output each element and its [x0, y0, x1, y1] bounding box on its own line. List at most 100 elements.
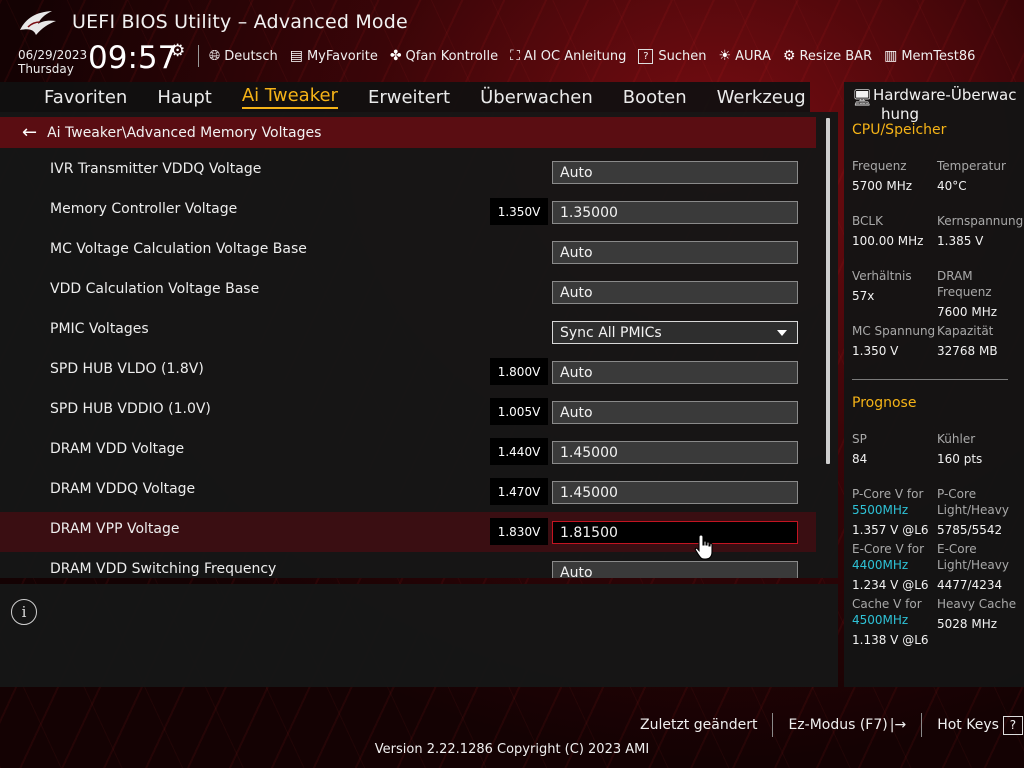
language-button[interactable]: 🌐︎ Deutsch: [209, 48, 278, 64]
pmic-voltages-dropdown[interactable]: Sync All PMICs: [552, 321, 798, 344]
setting-value-field[interactable]: Auto: [552, 241, 798, 264]
voltage-reading: 1.350V: [490, 198, 548, 225]
cpu-ratio: Verhältnis 57x: [852, 269, 912, 303]
hw-title-line1: Hardware-Überwac: [873, 86, 1017, 104]
date-display: 06/29/2023 Thursday: [18, 48, 87, 76]
voltage-reading: 1.830V: [490, 518, 548, 545]
setting-label: SPD HUB VLDO (1.8V): [50, 361, 204, 377]
setting-label: PMIC Voltages: [50, 321, 149, 337]
section-divider: [852, 379, 1008, 380]
setting-value-field[interactable]: Auto: [552, 161, 798, 184]
bclk: BCLK 100.00 MHz: [852, 214, 924, 248]
setting-row[interactable]: IVR Transmitter VDDQ Voltage Auto: [0, 152, 816, 192]
ai-chip-icon: ⛶: [510, 48, 520, 64]
silicon-prediction: SP 84: [852, 432, 868, 466]
footer-divider: [921, 713, 923, 737]
setting-row[interactable]: VDD Calculation Voltage Base Auto: [0, 272, 816, 312]
myfavorite-button[interactable]: ▤ MyFavorite: [290, 48, 378, 64]
setting-label: SPD HUB VDDIO (1.0V): [50, 401, 211, 417]
rog-logo-icon: [20, 11, 56, 35]
hot-keys-button[interactable]: Hot Keys ?: [937, 715, 1023, 735]
memory-capacity: Kapazität 32768 MB: [937, 324, 998, 358]
setting-row[interactable]: Memory Controller Voltage 1.350V 1.35000: [0, 192, 816, 232]
cpu-temperature: Temperatur 40°C: [937, 159, 1006, 193]
ai-oc-button[interactable]: ⛶ AI OC Anleitung: [510, 48, 626, 64]
setting-value-field[interactable]: Auto: [552, 281, 798, 304]
tab-erweitert[interactable]: Erweitert: [368, 87, 450, 108]
settings-scrollbar[interactable]: [826, 118, 830, 464]
core-voltage: Kernspannung 1.385 V: [937, 214, 1024, 248]
dram-frequency: DRAM Frequenz 7600 MHz: [937, 269, 998, 319]
setting-row[interactable]: PMIC Voltages Sync All PMICs: [0, 312, 816, 352]
exit-to-icon: |→: [889, 717, 907, 733]
toolbar: 🌐︎ Deutsch ▤ MyFavorite ✤ Qfan Kontrolle…: [198, 44, 987, 68]
voltage-reading: 1.005V: [490, 398, 548, 425]
setting-value-field[interactable]: Auto: [552, 401, 798, 424]
globe-icon: 🌐︎: [209, 48, 221, 64]
resize-bar-icon: ⚙: [782, 48, 796, 64]
tab-ai-tweaker[interactable]: Ai Tweaker: [241, 85, 338, 109]
qfan-button[interactable]: ✤ Qfan Kontrolle: [390, 48, 498, 64]
clock: 09:57: [88, 40, 178, 76]
setting-value-field[interactable]: 1.45000: [552, 481, 798, 504]
hand-cursor-icon: [694, 534, 713, 560]
setting-value-field-active[interactable]: 1.81500: [552, 521, 798, 544]
cache-voltage-prediction: Cache V for 4500MHz 1.138 V @L6: [852, 597, 929, 647]
language-label: Deutsch: [224, 48, 278, 64]
resize-bar-button[interactable]: ⚙ Resize BAR: [783, 48, 872, 64]
tab-booten[interactable]: Booten: [623, 87, 687, 108]
setting-label: DRAM VDD Switching Frequency: [50, 561, 277, 577]
setting-value-field[interactable]: 1.35000: [552, 201, 798, 224]
tab-favoriten[interactable]: Favoriten: [44, 87, 127, 108]
setting-value-field[interactable]: 1.45000: [552, 441, 798, 464]
memtest-button[interactable]: ▥ MemTest86: [884, 48, 975, 64]
search-button[interactable]: ? Suchen: [638, 48, 707, 64]
memtest-label: MemTest86: [901, 48, 976, 64]
footer-links: Zuletzt geändert Ez-Modus (F7) |→ Hot Ke…: [640, 713, 1023, 737]
settings-panel: ← Ai Tweaker\Advanced Memory Voltages IV…: [0, 112, 838, 578]
ez-mode-button[interactable]: Ez-Modus (F7) |→: [788, 717, 906, 733]
cpu-frequency: Frequenz 5700 MHz: [852, 159, 913, 193]
app-title: UEFI BIOS Utility – Advanced Mode: [72, 11, 408, 33]
setting-row[interactable]: SPD HUB VDDIO (1.0V) 1.005V Auto: [0, 392, 816, 432]
setting-value-field[interactable]: Auto: [552, 561, 798, 578]
aura-button[interactable]: ☀ AURA: [719, 48, 771, 64]
hardware-monitor-title: 🖥︎ Hardware-Überwac hung: [852, 86, 1024, 124]
copyright-text: Version 2.22.1286 Copyright (C) 2023 AMI: [374, 742, 650, 757]
search-help-icon: ?: [638, 48, 654, 64]
hot-keys-label: Hot Keys: [937, 717, 999, 733]
setting-label: VDD Calculation Voltage Base: [50, 281, 260, 297]
voltage-reading: 1.800V: [490, 358, 548, 385]
footer-divider: [772, 713, 774, 737]
memtest-icon: ▥: [884, 48, 898, 64]
voltage-reading: 1.470V: [490, 478, 548, 505]
setting-label: IVR Transmitter VDDQ Voltage: [50, 161, 262, 177]
setting-row[interactable]: SPD HUB VLDO (1.8V) 1.800V Auto: [0, 352, 816, 392]
ai-oc-label: AI OC Anleitung: [523, 48, 627, 64]
ez-mode-label: Ez-Modus (F7): [788, 717, 888, 733]
main-tabs: Favoriten Haupt Ai Tweaker Erweitert Übe…: [0, 82, 810, 112]
setting-label: DRAM VDDQ Voltage: [50, 481, 196, 497]
pcore-light-heavy: P-Core Light/Heavy 5785/5542: [937, 487, 1009, 537]
tab-ueberwachen[interactable]: Überwachen: [480, 87, 593, 108]
last-changed-button[interactable]: Zuletzt geändert: [640, 717, 757, 733]
back-arrow-icon[interactable]: ←: [22, 122, 37, 143]
ecore-voltage-prediction: E-Core V for 4400MHz 1.234 V @L6: [852, 542, 929, 592]
aura-label: AURA: [735, 48, 771, 64]
favorite-icon: ▤: [289, 48, 303, 64]
mc-voltage: MC Spannung 1.350 V: [852, 324, 936, 358]
setting-row[interactable]: MC Voltage Calculation Voltage Base Auto: [0, 232, 816, 272]
tab-werkzeug[interactable]: Werkzeug: [717, 87, 806, 108]
aura-light-icon: ☀: [718, 48, 732, 64]
info-icon: i: [11, 599, 37, 625]
breadcrumb-path: Ai Tweaker\Advanced Memory Voltages: [47, 124, 322, 141]
tab-haupt[interactable]: Haupt: [157, 87, 211, 108]
setting-row[interactable]: DRAM VDDQ Voltage 1.470V 1.45000: [0, 472, 816, 512]
clock-settings-gear-icon[interactable]: ⚙: [170, 41, 185, 61]
myfavorite-label: MyFavorite: [306, 48, 378, 64]
qfan-label: Qfan Kontrolle: [405, 48, 499, 64]
setting-row[interactable]: DRAM VDD Voltage 1.440V 1.45000: [0, 432, 816, 472]
setting-label: DRAM VPP Voltage: [50, 521, 180, 537]
breadcrumb: ← Ai Tweaker\Advanced Memory Voltages: [0, 117, 816, 148]
setting-value-field[interactable]: Auto: [552, 361, 798, 384]
